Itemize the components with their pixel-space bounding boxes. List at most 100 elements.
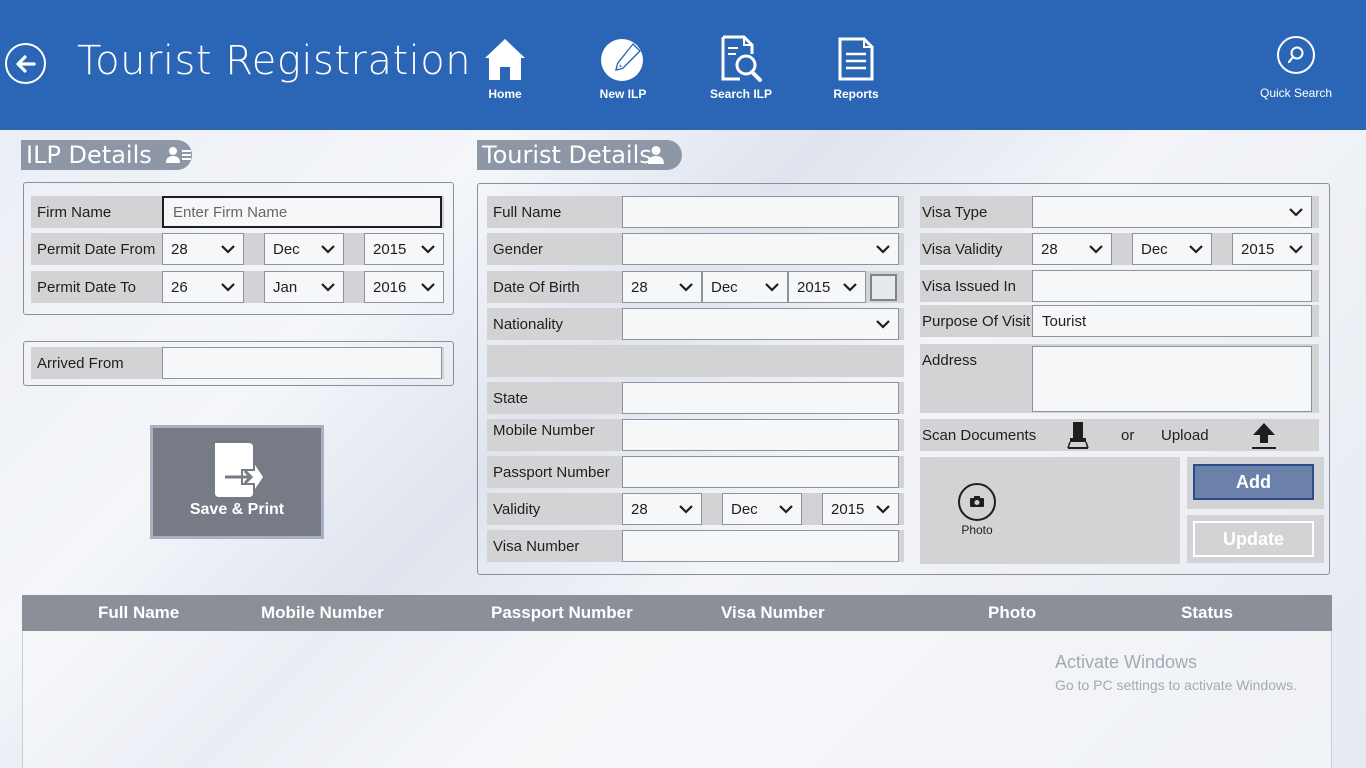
firm-name-input[interactable]: Enter Firm Name [162,196,442,228]
arrow-left-icon [15,54,36,73]
validity-month-select[interactable]: Dec [722,493,802,525]
nav-new-ilp-label: New ILP [599,87,647,101]
permit-to-year-select[interactable]: 2016 [364,271,444,303]
visa-validity-day-select[interactable]: 28 [1032,233,1112,265]
mobile-input[interactable] [622,419,899,451]
mobile-label: Mobile Number [493,421,595,439]
visa-issued-label: Visa Issued In [922,277,1016,295]
chevron-down-icon [321,282,335,292]
state-label: State [493,389,529,407]
column-full-name[interactable]: Full Name [98,603,179,623]
column-status[interactable]: Status [1181,603,1233,623]
nav-home[interactable]: Home [455,30,555,102]
permit-from-month-select[interactable]: Dec [264,233,344,265]
reports-icon [838,37,874,81]
firm-name-row: Firm Name Enter Firm Name [31,196,444,228]
document-export-icon [215,443,263,497]
gender-label: Gender [493,240,544,258]
chevron-down-icon [1189,244,1203,254]
nationality-select[interactable] [622,308,899,340]
gender-select[interactable] [622,233,899,265]
scanner-icon [1067,422,1089,449]
validity-year-select[interactable]: 2015 [822,493,899,525]
update-button: Update [1193,521,1314,557]
visa-type-select[interactable] [1032,196,1312,228]
dob-year-select[interactable]: 2015 [788,271,866,303]
search-document-icon [721,35,762,82]
visa-validity-month-select[interactable]: Dec [1132,233,1212,265]
chevron-down-icon [679,504,693,514]
dob-label: Date Of Birth [493,278,580,296]
column-visa-number[interactable]: Visa Number [721,603,825,623]
chevron-down-icon [421,282,435,292]
dob-month-select[interactable]: Dec [702,271,788,303]
nav-new-ilp[interactable]: New ILP [573,30,673,102]
visa-number-input[interactable] [622,530,899,562]
nav-home-label: Home [488,87,522,101]
chevron-down-icon [221,244,235,254]
blank-row [487,345,904,377]
save-print-button[interactable]: Save & Print [150,425,324,539]
tourist-details-heading: Tourist Details [477,140,682,170]
visa-issued-input[interactable] [1032,270,1312,302]
column-photo[interactable]: Photo [988,603,1036,623]
scanner-button[interactable] [1063,421,1093,449]
back-button[interactable] [5,43,46,84]
photo-button[interactable] [958,483,996,521]
nav-reports[interactable]: Reports [806,30,906,102]
full-name-input[interactable] [622,196,899,228]
chevron-down-icon [843,282,857,292]
visa-validity-label: Visa Validity [922,240,1003,258]
home-icon [485,39,525,80]
chevron-down-icon [679,282,693,292]
state-row: State [487,382,904,414]
edit-icon [601,39,643,81]
photo-label: Photo [961,523,993,537]
upload-button[interactable] [1249,421,1279,449]
mobile-row: Mobile Number [487,419,904,451]
column-mobile-number[interactable]: Mobile Number [261,603,384,623]
visa-type-label: Visa Type [922,203,988,221]
purpose-label: Purpose Of Visit [922,312,1031,330]
passport-label: Passport Number [493,463,610,481]
arrived-from-input[interactable] [162,347,442,379]
scan-row: Scan Documents or Upload [920,419,1319,451]
firm-name-label: Firm Name [37,203,112,221]
permit-to-month-select[interactable]: Jan [264,271,344,303]
chevron-down-icon [421,244,435,254]
column-passport-number[interactable]: Passport Number [491,603,633,623]
permit-from-year-select[interactable]: 2015 [364,233,444,265]
dob-day-select[interactable]: 28 [622,271,702,303]
permit-from-day-select[interactable]: 28 [162,233,244,265]
nav-search-ilp[interactable]: Search ILP [691,30,791,102]
user-icon [647,146,664,164]
nav-reports-label: Reports [833,87,879,101]
passport-input[interactable] [622,456,899,488]
permit-to-day-select[interactable]: 26 [162,271,244,303]
visa-type-row: Visa Type [920,196,1319,228]
dob-checkbox[interactable] [870,273,897,301]
chevron-down-icon [876,244,890,254]
address-input[interactable] [1032,346,1312,412]
add-button[interactable]: Add [1193,464,1314,500]
camera-icon [970,496,984,507]
nationality-row: Nationality [487,308,904,340]
validity-day-select[interactable]: 28 [622,493,702,525]
passport-row: Passport Number [487,456,904,488]
chevron-down-icon [1289,244,1303,254]
arrived-from-row: Arrived From [31,347,444,379]
visa-validity-year-select[interactable]: 2015 [1232,233,1312,265]
activate-windows-title: Activate Windows [1055,652,1198,672]
scan-documents-label: Scan Documents [922,426,1037,444]
purpose-row: Purpose Of Visit Tourist [920,305,1319,337]
save-print-label: Save & Print [189,501,285,518]
visa-number-label: Visa Number [493,537,580,555]
gender-row: Gender [487,233,904,265]
firm-name-placeholder: Enter Firm Name [173,203,288,221]
photo-area: Photo [920,457,1180,564]
state-input[interactable] [622,382,899,414]
purpose-input[interactable]: Tourist [1032,305,1312,337]
full-name-row: Full Name [487,196,904,228]
address-label: Address [922,351,978,369]
quick-search-button[interactable]: Quick Search [1255,36,1337,100]
